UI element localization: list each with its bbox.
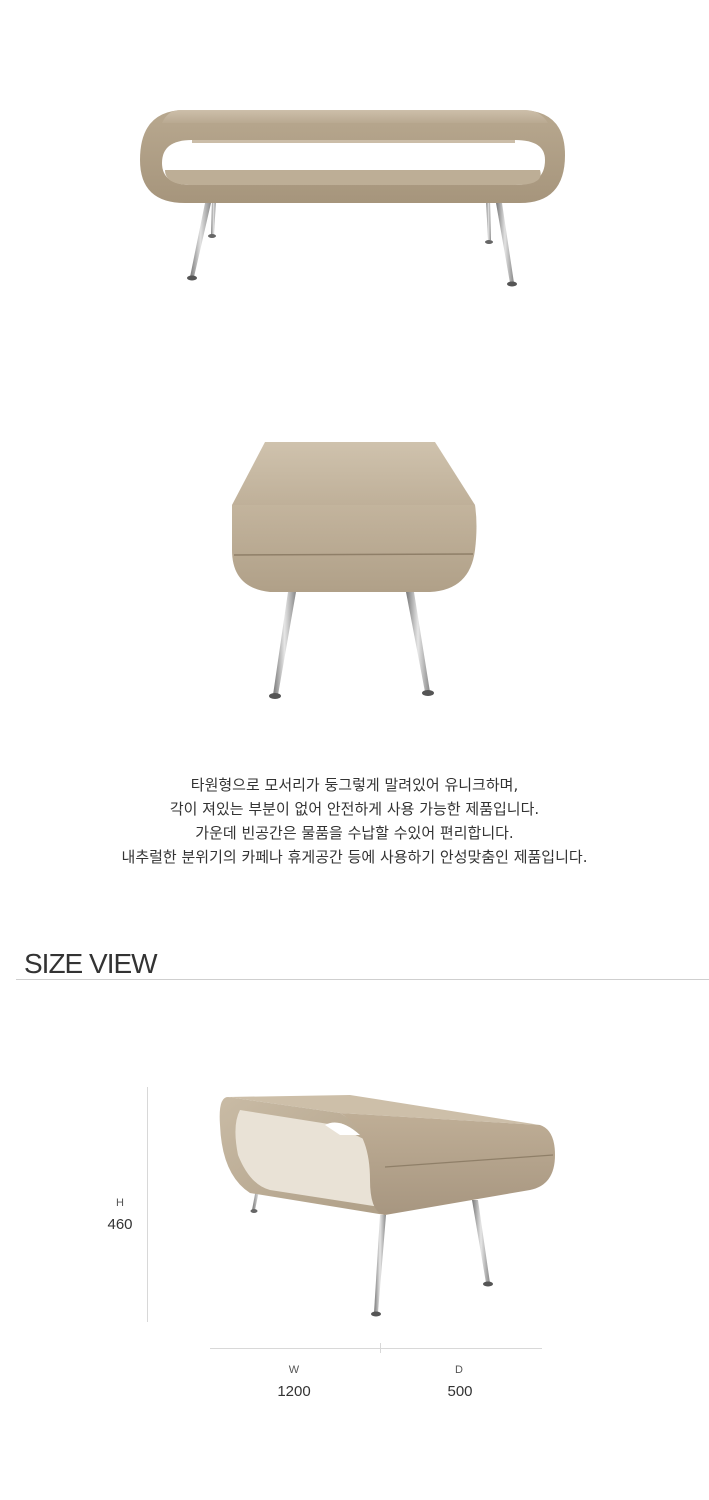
width-value: 1200 (277, 1383, 311, 1400)
product-photo-front (140, 110, 565, 287)
depth-letter: D (455, 1364, 463, 1376)
height-value: 460 (107, 1216, 133, 1233)
height-letter: H (116, 1197, 124, 1209)
width-depth-dimension-line (210, 1348, 542, 1349)
size-view-heading: SIZE VIEW (24, 948, 158, 979)
description-line-4: 내추럴한 분위기의 카페나 휴게공간 등에 사용하기 안성맞춤인 제품입니다. (121, 848, 588, 866)
dimension-divider-tick (380, 1343, 381, 1353)
height-dimension-line (147, 1087, 148, 1322)
width-letter: W (288, 1364, 300, 1376)
description-line-2: 각이 져있는 부분이 없어 안전하게 사용 가능한 제품입니다. (169, 800, 540, 818)
product-photo-side (232, 442, 477, 699)
product-photo-perspective (219, 1095, 555, 1317)
heading-divider (16, 979, 709, 980)
product-description: 타원형으로 모서리가 둥그렇게 말려있어 유니크하며, 각이 져있는 부분이 없… (0, 773, 709, 869)
depth-value: 500 (447, 1383, 473, 1400)
description-line-1: 타원형으로 모서리가 둥그렇게 말려있어 유니크하며, (190, 776, 519, 794)
description-line-3: 가운데 빈공간은 물품을 수납할 수있어 편리합니다. (195, 824, 514, 842)
